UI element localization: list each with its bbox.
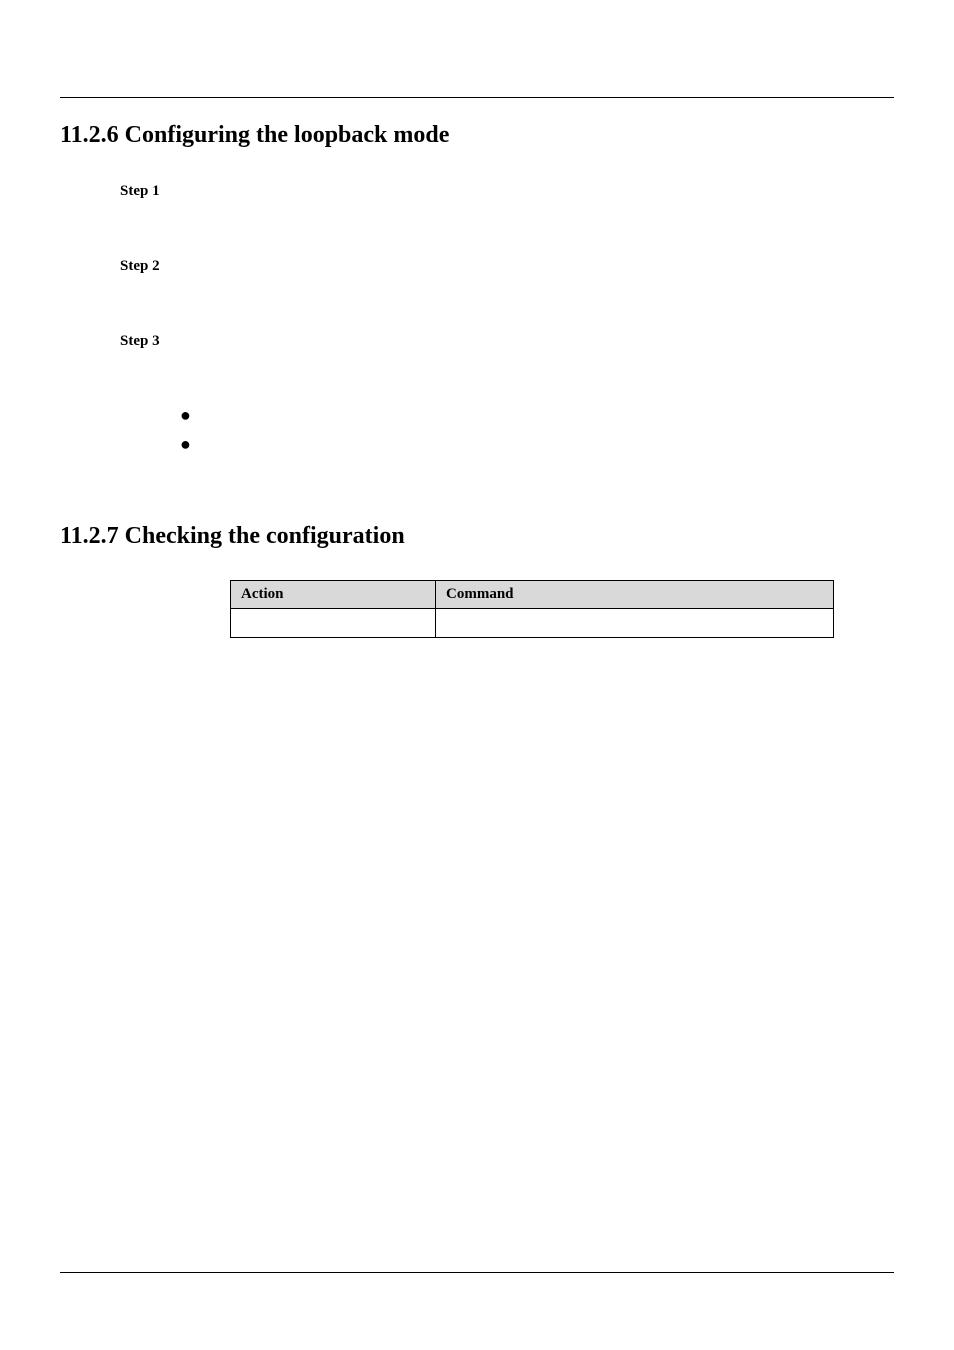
table-header-action: Action (231, 580, 436, 608)
config-table-wrap: Action Command (230, 580, 834, 638)
bullet-list: ● ● (180, 404, 894, 457)
table-cell-action (231, 608, 436, 637)
section-title-1: 11.2.6 Configuring the loopback mode (60, 122, 894, 149)
step-3: Step 3 (60, 329, 894, 356)
bullet-item-1: ● (180, 404, 894, 427)
page-header (60, 70, 894, 98)
step-2-label: Step 2 (120, 258, 160, 275)
table-header-row: Action Command (231, 580, 834, 608)
page-footer (60, 1272, 894, 1302)
bullet-dot-icon: ● (180, 433, 191, 456)
config-table: Action Command (230, 580, 834, 638)
bullet-dot-icon: ● (180, 404, 191, 427)
step-3-label: Step 3 (120, 333, 160, 350)
step-1-label: Step 1 (120, 183, 160, 200)
table-header-command: Command (436, 580, 834, 608)
section-title-2: 11.2.7 Checking the configuration (60, 523, 894, 550)
step-2: Step 2 (60, 254, 894, 281)
step-1: Step 1 (60, 179, 894, 206)
bullet-item-2: ● (180, 433, 894, 456)
table-cell-command (436, 608, 834, 637)
table-row (231, 608, 834, 637)
